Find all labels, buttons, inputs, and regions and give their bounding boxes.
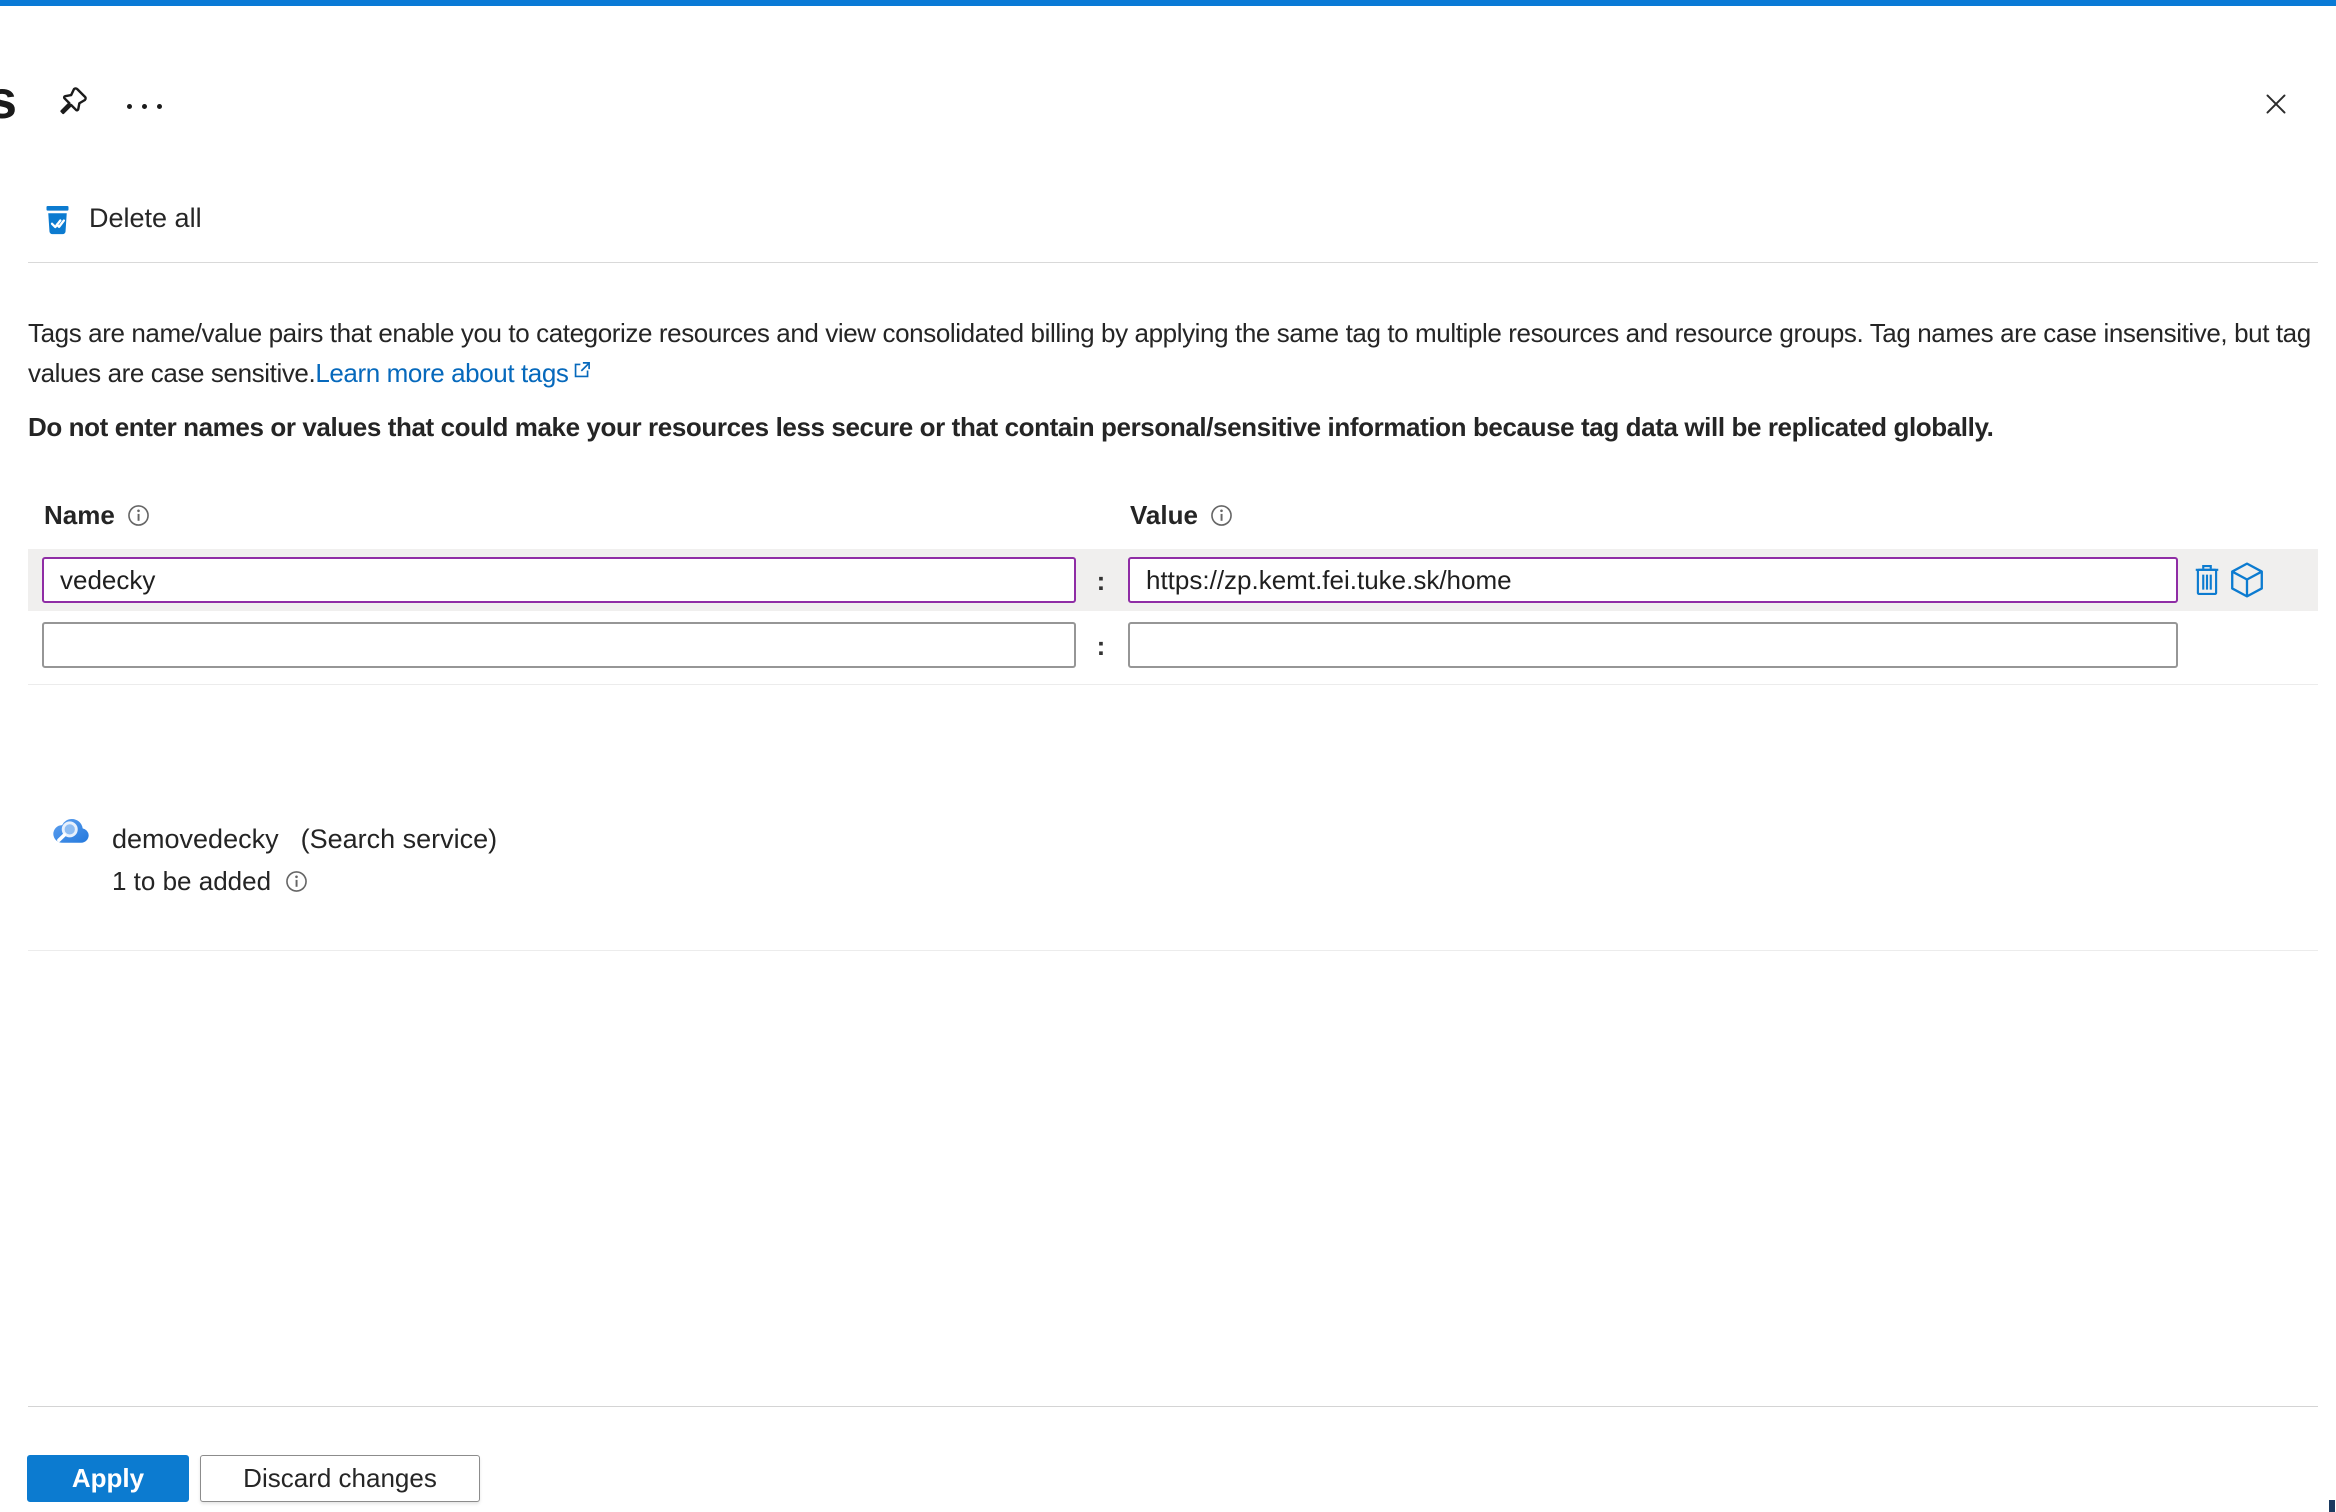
tag-name-input-empty[interactable] [42,622,1076,668]
delete-all-icon [44,202,71,235]
cube-icon [2229,561,2265,599]
name-value-separator: : [1096,566,1106,596]
name-header-label: Name [44,500,115,530]
top-accent-bar [0,0,2336,6]
info-icon[interactable] [127,504,150,527]
tags-description: Tags are name/value pairs that enable yo… [28,314,2320,392]
external-link-icon [572,352,592,390]
resource-type: (Search service) [300,824,498,854]
delete-all-label: Delete all [89,203,202,233]
delete-tag-button[interactable] [2191,561,2223,599]
name-value-separator: : [1096,631,1106,661]
divider [28,950,2318,951]
page-title-fragment: s [0,70,18,130]
tags-panel: s Delete all Tags are name/value pairs t… [0,0,2336,1512]
security-warning: Do not enter names or values that could … [28,412,1994,442]
close-icon [2260,88,2292,120]
info-icon[interactable] [1210,504,1233,527]
learn-more-link[interactable]: Learn more about tags [315,358,569,388]
trash-icon [2192,562,2222,598]
discard-changes-button[interactable]: Discard changes [200,1455,480,1502]
tag-value-input-empty[interactable] [1128,622,2178,668]
tag-value-input[interactable] [1128,557,2178,603]
tag-name-input[interactable] [42,557,1076,603]
resource-row: demovedecky (Search service) [112,824,497,855]
delete-all-button[interactable]: Delete all [44,202,202,235]
footer-divider [28,1406,2318,1407]
pin-icon [55,85,89,119]
name-column-header: Name [44,500,150,531]
corner-fragment [2329,1500,2335,1512]
assigned-resource-button[interactable] [2228,560,2266,600]
more-options-icon [126,103,162,109]
divider [28,262,2318,263]
info-icon[interactable] [285,870,308,893]
value-header-label: Value [1130,500,1198,530]
value-column-header: Value [1130,500,1233,531]
search-service-icon [44,810,90,852]
more-options-button[interactable] [120,96,168,116]
apply-button[interactable]: Apply [27,1455,189,1502]
resource-status-row: 1 to be added [112,866,308,897]
close-button[interactable] [2258,86,2294,122]
divider [28,684,2318,685]
resource-status: 1 to be added [112,866,272,896]
pin-button[interactable] [54,84,90,120]
resource-name: demovedecky [112,824,279,854]
